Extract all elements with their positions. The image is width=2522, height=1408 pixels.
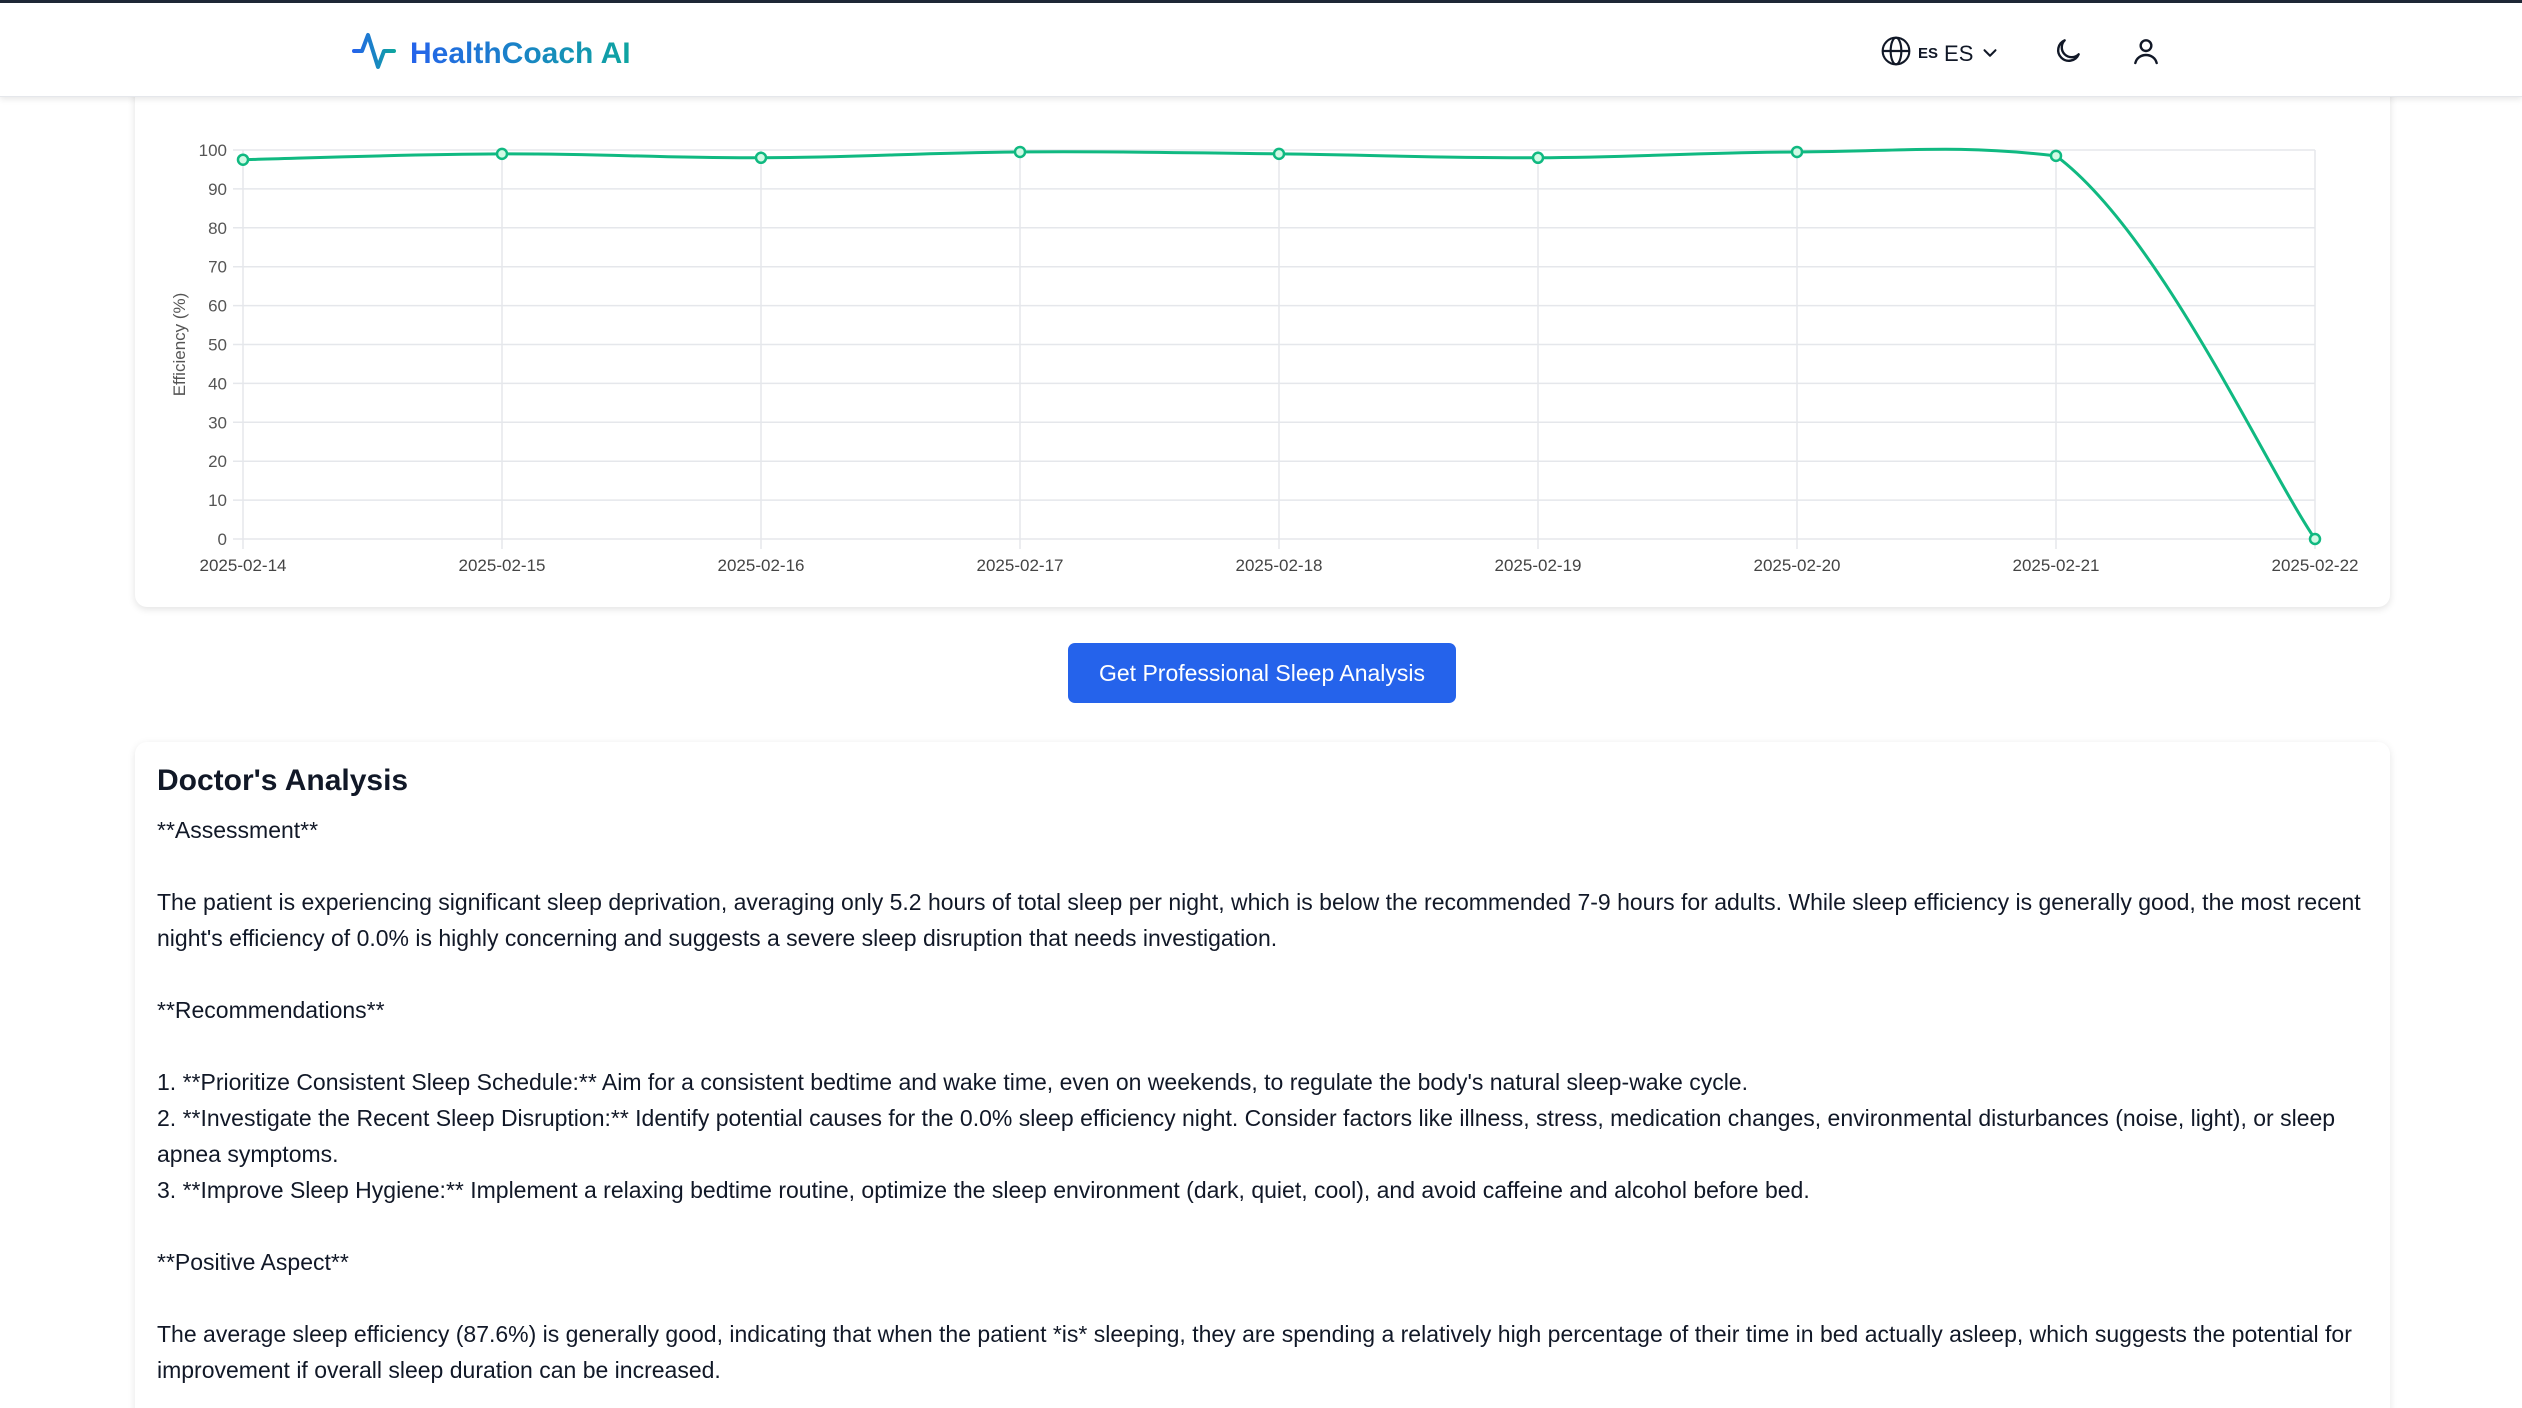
y-tick-label: 50 (208, 336, 227, 355)
x-tick-label: 2025-02-20 (1754, 556, 1841, 575)
y-axis-label: Efficiency (%) (170, 293, 189, 397)
sleep-efficiency-chart: 0 10 20 30 40 50 60 70 80 90 100 2025-02-14 2025-02-… (170, 56, 2359, 575)
user-icon (2130, 39, 2162, 71)
brand-name: HealthCoach AI (410, 36, 631, 70)
sleep-efficiency-chart-card: 0 10 20 30 40 50 60 70 80 90 100 2025-02-14 2025-02-… (135, 40, 2390, 607)
data-point (754, 151, 768, 165)
heartbeat-icon (350, 27, 398, 80)
data-point (2049, 149, 2063, 163)
data-point (1790, 145, 1804, 159)
recommendation-item: 2. **Investigate the Recent Sleep Disrup… (157, 1105, 2336, 1167)
user-profile-button[interactable] (2130, 35, 2166, 71)
x-tick-label: 2025-02-14 (200, 556, 287, 575)
y-tick-label: 100 (199, 141, 227, 160)
get-analysis-button[interactable]: Get Professional Sleep Analysis (1068, 643, 1456, 703)
assessment-heading: **Assessment** (157, 817, 319, 843)
x-tick-label: 2025-02-19 (1495, 556, 1582, 575)
positive-text: The average sleep efficiency (87.6%) is … (157, 1321, 2352, 1383)
y-tick-label: 80 (208, 219, 227, 238)
x-tick-label: 2025-02-15 (459, 556, 546, 575)
y-tick-label: 30 (208, 413, 227, 432)
y-tick-label: 20 (208, 452, 227, 471)
language-selector[interactable]: ES ES (1880, 35, 2001, 72)
data-point (495, 147, 509, 161)
recommendation-item: 1. **Prioritize Consistent Sleep Schedul… (157, 1069, 1748, 1095)
x-tick-label: 2025-02-18 (1236, 556, 1323, 575)
language-flag: ES (1918, 45, 1939, 62)
recommendations-heading: **Recommendations** (157, 997, 385, 1023)
doctor-analysis-card: Doctor's Analysis **Assessment** The pat… (135, 742, 2390, 1408)
analysis-title: Doctor's Analysis (157, 764, 409, 797)
data-point (1531, 151, 1545, 165)
language-code: ES (1944, 40, 1974, 66)
recommendation-item: 3. **Improve Sleep Hygiene:** Implement … (157, 1177, 1810, 1203)
recommendations-list: 1. **Prioritize Consistent Sleep Schedul… (157, 1064, 2368, 1208)
data-point (236, 153, 250, 166)
top-navbar: HealthCoach AI ES ES (0, 3, 2522, 97)
assessment-text: The patient is experiencing significant … (157, 889, 2361, 951)
y-tick-label: 0 (218, 530, 227, 549)
globe-icon (1880, 35, 1912, 72)
data-point (1013, 145, 1027, 159)
y-tick-label: 10 (208, 491, 227, 510)
data-point (1272, 147, 1286, 161)
y-tick-label: 60 (208, 297, 227, 316)
x-tick-label: 2025-02-21 (2013, 556, 2100, 575)
y-tick-label: 40 (208, 374, 227, 393)
dark-mode-toggle[interactable] (2052, 35, 2088, 71)
y-tick-label: 70 (208, 258, 227, 277)
y-tick-label: 90 (208, 180, 227, 199)
x-tick-label: 2025-02-17 (977, 556, 1064, 575)
brand-logo[interactable]: HealthCoach AI (350, 27, 631, 80)
chevron-down-icon (1973, 38, 2001, 69)
positive-heading: **Positive Aspect** (157, 1249, 349, 1275)
data-point (2308, 532, 2322, 546)
moon-icon (2052, 39, 2084, 71)
analysis-body: **Assessment** The patient is experienci… (157, 812, 2368, 1388)
x-tick-label: 2025-02-22 (2272, 556, 2359, 575)
x-tick-label: 2025-02-16 (718, 556, 805, 575)
